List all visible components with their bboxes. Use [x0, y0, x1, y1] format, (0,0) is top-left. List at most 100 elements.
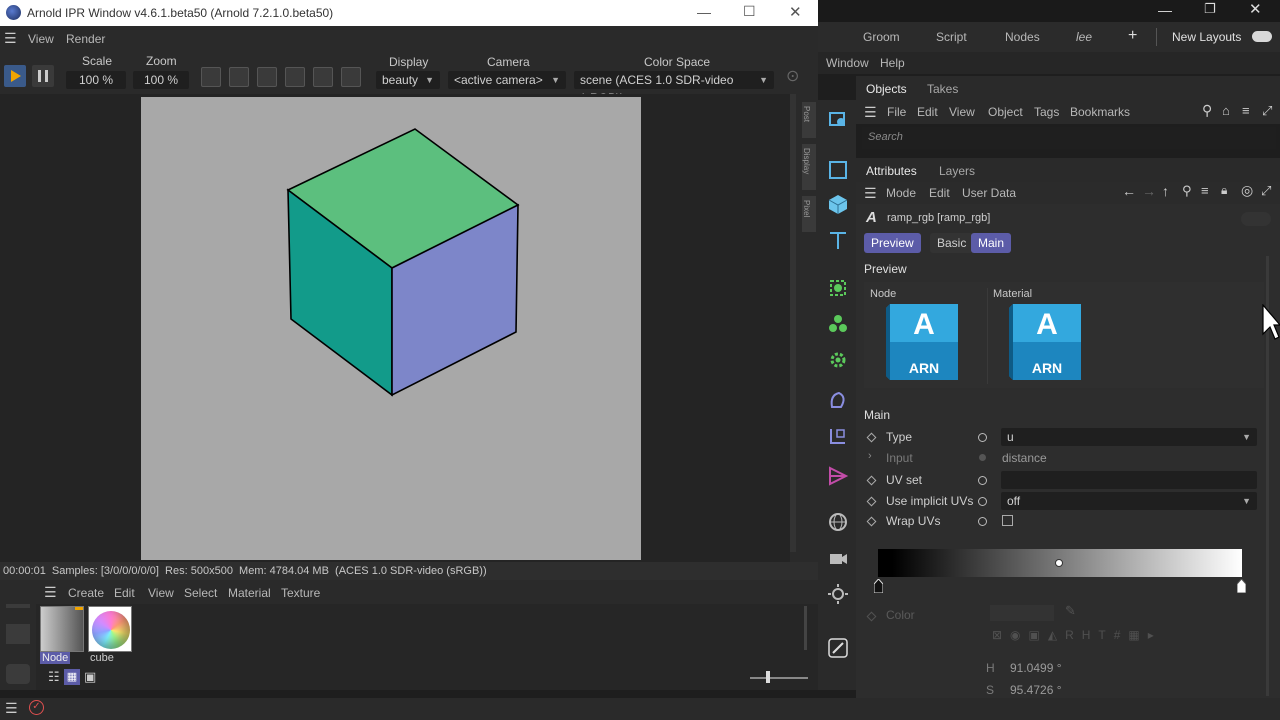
field-icon[interactable] — [826, 424, 850, 448]
search-input[interactable]: Search — [862, 127, 1276, 149]
channels-icon[interactable] — [285, 67, 305, 87]
zoom-slider[interactable] — [750, 677, 808, 679]
material-item[interactable] — [88, 606, 132, 652]
check-circle-icon[interactable]: ✓ — [29, 700, 44, 715]
port-circle-icon[interactable] — [978, 497, 987, 506]
color-swatch[interactable] — [990, 605, 1054, 621]
hamburger-icon[interactable]: ☰ — [864, 185, 877, 202]
attr-menu-mode[interactable]: Mode — [886, 186, 916, 200]
ipr-menu-render[interactable]: Render — [66, 32, 105, 46]
obj-menu-view[interactable]: View — [949, 105, 975, 119]
hamburger-icon[interactable]: ☰ — [864, 104, 877, 121]
pause-button[interactable] — [32, 65, 54, 87]
tab-takes[interactable]: Takes — [927, 82, 958, 96]
add-layout-icon[interactable]: + — [1128, 27, 1137, 45]
layout-tab-groom[interactable]: Groom — [863, 30, 900, 44]
obj-menu-tags[interactable]: Tags — [1034, 105, 1059, 119]
mat-menu-select[interactable]: Select — [184, 586, 217, 600]
eyedropper-icon[interactable]: ✎ — [1065, 603, 1076, 619]
implicit-uvs-dropdown[interactable]: off ▼ — [1001, 492, 1257, 510]
mat-menu-edit[interactable]: Edit — [114, 586, 135, 600]
menu-help[interactable]: Help — [880, 56, 905, 70]
back-arrow-icon[interactable]: ← — [1122, 183, 1136, 199]
port-circle-icon[interactable] — [978, 433, 987, 442]
grid-icon[interactable] — [257, 67, 277, 87]
generator-icon[interactable] — [826, 312, 850, 336]
wrap-uvs-checkbox[interactable] — [1002, 515, 1013, 526]
uvset-field[interactable] — [1001, 471, 1257, 489]
display-dropdown[interactable]: beauty ▼ — [376, 71, 440, 89]
hamburger-icon[interactable]: ☰ — [4, 30, 17, 47]
side-tab-pixel[interactable]: Pixel — [802, 196, 816, 232]
ipr-menu-view[interactable]: View — [28, 32, 54, 46]
port-circle-icon[interactable] — [978, 476, 987, 485]
camera-tool-icon[interactable] — [826, 546, 850, 570]
filter-icon[interactable]: ≡ — [1242, 103, 1250, 118]
brush-icon[interactable] — [341, 67, 361, 87]
camera-snapshot-icon[interactable]: ⊙ — [786, 66, 799, 86]
new-layouts-button[interactable]: New Layouts — [1172, 30, 1241, 44]
tab-basic[interactable]: Basic — [930, 233, 974, 253]
keyframe-diamond-icon[interactable] — [866, 475, 877, 486]
menu-window[interactable]: Window — [826, 56, 869, 70]
expand-icon[interactable]: ⤢ — [1261, 183, 1271, 199]
gradient-midpoint-knob[interactable] — [1055, 559, 1063, 567]
restore-icon[interactable]: ❐ — [1204, 1, 1216, 17]
tab-main[interactable]: Main — [971, 233, 1012, 253]
vertical-scrollbar[interactable] — [790, 94, 796, 552]
minimize-icon[interactable]: — — [1158, 2, 1172, 18]
tab-objects[interactable]: Objects — [866, 82, 907, 96]
deformer-icon[interactable] — [826, 388, 850, 412]
obj-menu-file[interactable]: File — [887, 105, 906, 119]
snapshot-icon[interactable] — [201, 67, 221, 87]
keyframe-diamond-icon[interactable] — [866, 516, 877, 527]
hamburger-icon[interactable]: ☰ — [5, 700, 18, 717]
chevron-right-icon[interactable]: › — [868, 450, 872, 462]
search-icon[interactable]: ⚲ — [1202, 102, 1212, 119]
hamburger-icon[interactable]: ☰ — [44, 584, 57, 601]
light-tool-icon[interactable] — [826, 582, 850, 606]
zoom-slider-handle[interactable] — [766, 671, 770, 683]
lock-icon[interactable]: 🔒︎ — [1221, 183, 1227, 198]
grid-view-icon[interactable]: ▦ — [64, 669, 80, 685]
layout-toggle[interactable] — [1252, 31, 1272, 42]
up-arrow-icon[interactable]: ↑ — [1162, 183, 1169, 199]
obj-menu-object[interactable]: Object — [988, 105, 1023, 119]
minimize-icon[interactable]: — — [697, 4, 711, 20]
attr-menu-edit[interactable]: Edit — [929, 186, 950, 200]
tile-view-icon[interactable]: ▣ — [84, 669, 96, 685]
spline-tool-icon[interactable] — [826, 276, 850, 300]
home-icon[interactable]: ⌂ — [1222, 103, 1230, 118]
tab-attributes[interactable]: Attributes — [866, 164, 917, 178]
play-button[interactable] — [4, 65, 26, 87]
side-tab-display[interactable]: Display — [802, 144, 816, 190]
keyframe-diamond-icon[interactable] — [866, 611, 877, 622]
type-dropdown[interactable]: u ▼ — [1001, 428, 1257, 446]
keyframe-diamond-icon[interactable] — [866, 496, 877, 507]
close-icon[interactable]: ✕ — [1249, 0, 1262, 18]
effector-icon[interactable] — [826, 464, 850, 488]
mat-menu-create[interactable]: Create — [68, 586, 104, 600]
zoom-field[interactable]: 100 % — [133, 71, 189, 89]
target-icon[interactable]: ◎ — [1241, 182, 1253, 199]
gear-icon[interactable] — [826, 348, 850, 372]
port-circle-icon[interactable] — [978, 517, 987, 526]
colorspace-dropdown[interactable]: scene (ACES 1.0 SDR-video (sRGB))▼ — [574, 71, 774, 105]
side-tab-post[interactable]: Post — [802, 102, 816, 138]
settings-icon[interactable] — [6, 624, 30, 644]
scale-field[interactable]: 100 % — [66, 71, 126, 89]
keyframe-diamond-icon[interactable] — [866, 432, 877, 443]
layout-tab-script[interactable]: Script — [936, 30, 967, 44]
attr-menu-userdata[interactable]: User Data — [962, 186, 1016, 200]
filter-icon[interactable]: ≡ — [1201, 183, 1209, 198]
close-icon[interactable]: ✕ — [789, 3, 802, 21]
material-item[interactable] — [40, 606, 84, 652]
search-icon[interactable]: ⚲ — [1182, 183, 1192, 199]
camera-dropdown[interactable]: <active camera> ▼ — [448, 71, 566, 89]
gradient-knot-left[interactable] — [873, 578, 884, 594]
layout-tab-lee[interactable]: lee — [1076, 30, 1092, 44]
rect-select-icon[interactable] — [826, 158, 850, 182]
crop-icon[interactable] — [313, 67, 333, 87]
obj-menu-edit[interactable]: Edit — [917, 105, 938, 119]
expand-icon[interactable]: ⤢ — [1262, 103, 1272, 119]
